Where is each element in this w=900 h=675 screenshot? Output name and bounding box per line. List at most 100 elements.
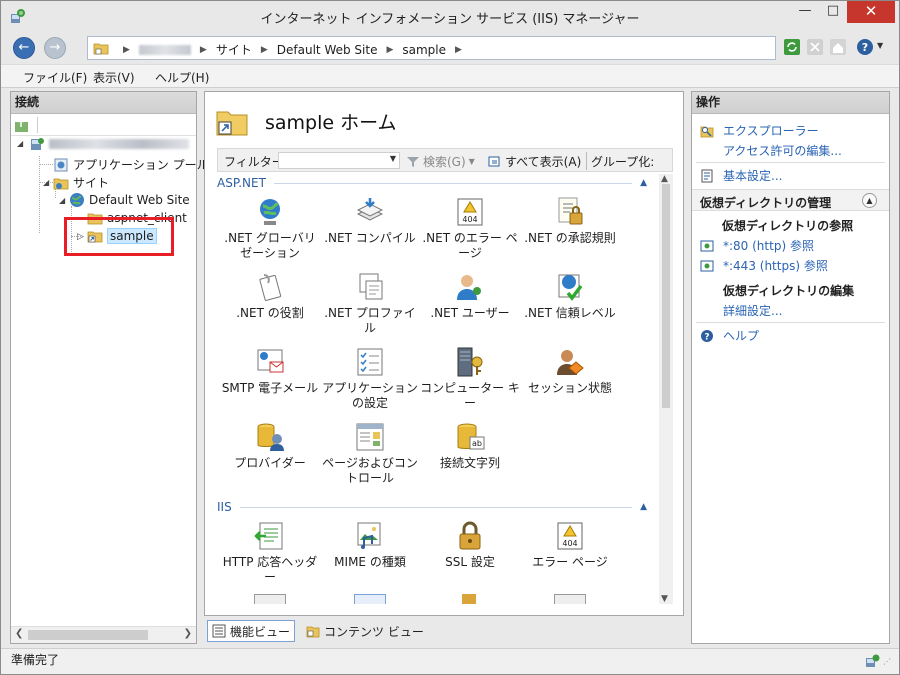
tree-default-web-site[interactable]: Default Web Site bbox=[69, 192, 190, 208]
scroll-left-icon[interactable]: ❮ bbox=[15, 628, 23, 639]
breadcrumb-sites[interactable]: サイト bbox=[216, 41, 252, 58]
chevron-down-icon[interactable]: ▼ bbox=[390, 154, 396, 163]
feature-error-pages[interactable]: 404 エラー ページ bbox=[520, 520, 620, 570]
feature-net-users[interactable]: .NET ユーザー bbox=[420, 271, 520, 321]
section-aspnet[interactable]: ASP.NET ▲ bbox=[217, 176, 647, 190]
feature-net-roles[interactable]: .NET の役割 bbox=[220, 271, 320, 321]
content-view-icon bbox=[306, 626, 320, 638]
breadcrumb: ▶ ▶ サイト ▶ Default Web Site ▶ sample ▶ bbox=[114, 41, 471, 58]
feature-net-trust-levels[interactable]: .NET 信頼レベル bbox=[520, 271, 620, 321]
pages-controls-icon bbox=[356, 423, 384, 451]
smtp-email-icon bbox=[257, 349, 284, 373]
maximize-button[interactable]: □ bbox=[819, 1, 847, 23]
features-view-icon bbox=[212, 624, 226, 638]
feature-net-compilation[interactable]: .NET コンパイル bbox=[320, 196, 420, 246]
breadcrumb-server-blurred[interactable] bbox=[138, 44, 191, 55]
refresh-icon[interactable] bbox=[783, 38, 801, 56]
help-icon[interactable]: ? bbox=[856, 38, 874, 56]
feature-connection-strings[interactable]: ab 接続文字列 bbox=[420, 421, 520, 471]
vertical-scrollbar[interactable]: ▲ ▼ bbox=[659, 174, 673, 604]
collapse-triangle-icon[interactable]: ◢ bbox=[43, 178, 49, 187]
tree-label-sites: サイト bbox=[73, 176, 110, 190]
group-vdir-manage[interactable]: 仮想ディレクトリの管理 ▲ bbox=[692, 189, 889, 211]
feature-net-error-pages[interactable]: 404 .NET のエラー ページ bbox=[420, 196, 520, 261]
menu-view[interactable]: 表示(V) bbox=[93, 69, 135, 86]
globe-icon bbox=[260, 199, 280, 225]
chevron-up-icon[interactable]: ▲ bbox=[862, 193, 877, 208]
tree-app-pools[interactable]: アプリケーション プール bbox=[53, 156, 209, 173]
stop-icon[interactable] bbox=[806, 38, 824, 56]
search-button[interactable]: 検索(G) ▼ bbox=[406, 153, 475, 170]
collapse-triangle-icon[interactable]: ◢ bbox=[59, 196, 65, 205]
connect-icon[interactable] bbox=[14, 117, 30, 133]
group-by-label[interactable]: グループ化: bbox=[591, 153, 654, 170]
feature-net-globalization[interactable]: .NET グローバリゼーション bbox=[220, 196, 320, 261]
minimize-button[interactable]: — bbox=[791, 1, 819, 23]
scroll-right-icon[interactable]: ❯ bbox=[184, 628, 192, 639]
action-help[interactable]: ? ヘルプ bbox=[700, 327, 759, 344]
error-page-icon: 404 bbox=[557, 522, 583, 550]
filter-toolbar: フィルター: ▼ 検索(G) ▼ すべて表示(A) グループ化: bbox=[217, 148, 673, 172]
action-advanced-settings[interactable]: 詳細設定... bbox=[723, 302, 782, 319]
menu-file[interactable]: ファイル(F) bbox=[23, 69, 87, 86]
action-browse-https[interactable]: *:443 (https) 参照 bbox=[700, 257, 828, 274]
chevron-down-icon[interactable]: ▼ bbox=[877, 41, 883, 50]
action-browse-http[interactable]: *:80 (http) 参照 bbox=[700, 237, 814, 254]
collapse-triangle-icon[interactable]: ◢ bbox=[17, 139, 23, 148]
scrollbar-thumb[interactable] bbox=[28, 630, 148, 640]
feature-pages-controls[interactable]: ページおよびコントロール bbox=[320, 421, 420, 486]
action-explore[interactable]: エクスプローラー bbox=[700, 122, 819, 139]
session-state-icon bbox=[557, 350, 584, 375]
tree-server-node[interactable] bbox=[29, 136, 189, 152]
collapse-chevron-icon[interactable]: ▲ bbox=[640, 178, 647, 188]
tree-sites[interactable]: サイト bbox=[53, 174, 109, 191]
address-bar[interactable]: ▶ ▶ サイト ▶ Default Web Site ▶ sample ▶ bbox=[87, 36, 776, 60]
svg-text:ab: ab bbox=[472, 439, 482, 448]
breadcrumb-default-web-site[interactable]: Default Web Site bbox=[277, 43, 378, 57]
tab-features-view[interactable]: 機能ビュー bbox=[207, 620, 296, 642]
scroll-down-icon[interactable]: ▼ bbox=[661, 594, 668, 604]
svg-text:?: ? bbox=[704, 332, 709, 342]
scroll-up-icon[interactable]: ▲ bbox=[661, 174, 668, 184]
chevron-right-icon: ▶ bbox=[123, 44, 130, 55]
forward-button[interactable]: → bbox=[44, 37, 66, 59]
horizontal-scrollbar[interactable]: ❮ ❯ bbox=[11, 626, 196, 643]
feature-label: 接続文字列 bbox=[439, 456, 500, 470]
feature-net-authorization-rules[interactable]: .NET の承認規則 bbox=[520, 196, 620, 246]
feature-smtp-email[interactable]: SMTP 電子メール bbox=[220, 346, 320, 396]
action-basic-settings[interactable]: 基本設定... bbox=[700, 167, 782, 184]
explore-icon bbox=[700, 126, 714, 137]
feature-mime-types[interactable]: MIME の種類 bbox=[320, 520, 420, 570]
feature-http-response-headers[interactable]: HTTP 応答ヘッダー bbox=[220, 520, 320, 585]
menu-help[interactable]: ヘルプ(H) bbox=[155, 69, 209, 86]
feature-ssl-settings[interactable]: SSL 設定 bbox=[420, 520, 520, 570]
divider bbox=[696, 322, 885, 323]
action-edit-permissions[interactable]: アクセス許可の編集... bbox=[723, 142, 842, 159]
feature-app-settings[interactable]: アプリケーションの設定 bbox=[320, 346, 420, 411]
resize-grip-icon[interactable]: ⋰ bbox=[883, 657, 891, 666]
feature-label: SSL 設定 bbox=[445, 555, 495, 569]
feature-label: .NET の役割 bbox=[236, 306, 304, 320]
back-button[interactable]: ← bbox=[13, 37, 35, 59]
feature-net-profile[interactable]: .NET プロファイル bbox=[320, 271, 420, 336]
tab-content-view[interactable]: コンテンツ ビュー bbox=[301, 620, 429, 642]
partial-feature-icon bbox=[554, 594, 586, 604]
actions-panel: 操作 エクスプローラー アクセス許可の編集... 基本設定... 仮想ディレクト… bbox=[691, 91, 890, 644]
status-text: 準備完了 bbox=[11, 653, 60, 667]
server-icon bbox=[31, 138, 44, 150]
scrollbar-thumb[interactable] bbox=[662, 184, 670, 408]
close-button[interactable]: ✕ bbox=[847, 1, 895, 23]
settings-page-icon bbox=[701, 169, 713, 182]
iis-manager-window: インターネット インフォメーション サービス (IIS) マネージャー — □ … bbox=[0, 0, 900, 675]
section-iis[interactable]: IIS ▲ bbox=[217, 500, 647, 514]
collapse-chevron-icon[interactable]: ▲ bbox=[640, 502, 647, 512]
show-all-button[interactable]: すべて表示(A) bbox=[488, 153, 581, 170]
feature-machine-key[interactable]: コンピューター キー bbox=[420, 346, 520, 411]
breadcrumb-sample[interactable]: sample bbox=[402, 43, 446, 57]
page-title: sample ホーム bbox=[265, 112, 397, 134]
feature-providers[interactable]: プロバイダー bbox=[220, 421, 320, 471]
feature-label: ページおよびコントロール bbox=[322, 456, 418, 485]
feature-session-state[interactable]: セッション状態 bbox=[520, 346, 620, 396]
filter-input[interactable]: ▼ bbox=[278, 152, 400, 169]
home-icon[interactable] bbox=[829, 38, 847, 56]
